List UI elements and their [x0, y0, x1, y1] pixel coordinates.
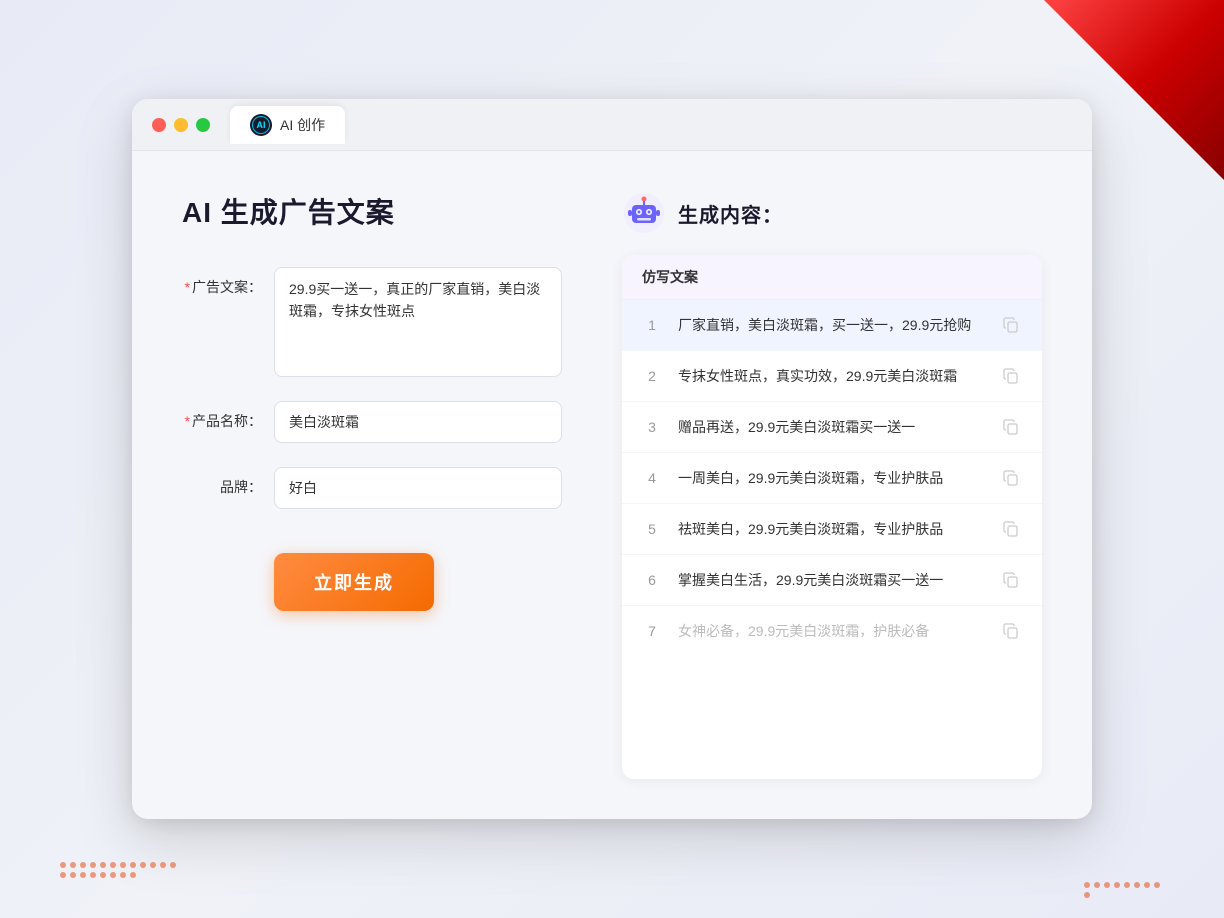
row-number: 4 [642, 470, 662, 486]
copy-button[interactable] [1000, 467, 1022, 489]
traffic-lights [152, 118, 210, 132]
result-table: 仿写文案 1 厂家直销，美白淡斑霜，买一送一，29.9元抢购 2 专抹女性斑点，真实… [622, 255, 1042, 779]
ad-copy-group: *广告文案： [182, 267, 562, 377]
bg-dots-bottom-left [60, 862, 180, 878]
table-row: 1 厂家直销，美白淡斑霜，买一送一，29.9元抢购 [622, 300, 1042, 351]
required-mark: * [185, 279, 190, 295]
tab-label: AI 创作 [280, 115, 325, 135]
table-row: 6 掌握美白生活，29.9元美白淡斑霜买一送一 [622, 555, 1042, 606]
brand-input[interactable] [274, 467, 562, 509]
row-text: 赠品再送，29.9元美白淡斑霜买一送一 [678, 417, 984, 438]
copy-button[interactable] [1000, 314, 1022, 336]
minimize-button[interactable] [174, 118, 188, 132]
ai-logo-icon: AI [250, 114, 272, 136]
row-number: 6 [642, 572, 662, 588]
product-name-group: *产品名称： [182, 401, 562, 443]
browser-window: AI AI 创作 AI 生成广告文案 *广告文案： *产品名称： [132, 99, 1092, 819]
row-number: 7 [642, 623, 662, 639]
robot-icon [622, 191, 666, 235]
row-number: 2 [642, 368, 662, 384]
copy-button[interactable] [1000, 365, 1022, 387]
product-name-label: *产品名称： [182, 401, 262, 431]
row-text: 专抹女性斑点，真实功效，29.9元美白淡斑霜 [678, 366, 984, 387]
left-panel: AI 生成广告文案 *广告文案： *产品名称： 品牌： 立 [182, 191, 562, 779]
copy-button[interactable] [1000, 416, 1022, 438]
maximize-button[interactable] [196, 118, 210, 132]
row-text: 一周美白，29.9元美白淡斑霜，专业护肤品 [678, 468, 984, 489]
ad-copy-input[interactable] [274, 267, 562, 377]
row-number: 3 [642, 419, 662, 435]
right-panel: 生成内容： 仿写文案 1 厂家直销，美白淡斑霜，买一送一，29.9元抢购 2 专抹女… [622, 191, 1042, 779]
result-header: 生成内容： [622, 191, 1042, 235]
row-text: 祛斑美白，29.9元美白淡斑霜，专业护肤品 [678, 519, 984, 540]
row-text: 掌握美白生活，29.9元美白淡斑霜买一送一 [678, 570, 984, 591]
row-number: 1 [642, 317, 662, 333]
product-name-input[interactable] [274, 401, 562, 443]
ad-copy-label: *广告文案： [182, 267, 262, 297]
brand-label: 品牌： [182, 467, 262, 497]
result-title: 生成内容： [678, 199, 783, 228]
content-area: AI 生成广告文案 *广告文案： *产品名称： 品牌： 立 [132, 151, 1092, 819]
table-header: 仿写文案 [622, 255, 1042, 300]
title-bar: AI AI 创作 [132, 99, 1092, 151]
table-row: 7 女神必备，29.9元美白淡斑霜，护肤必备 [622, 606, 1042, 656]
copy-button[interactable] [1000, 569, 1022, 591]
row-text: 厂家直销，美白淡斑霜，买一送一，29.9元抢购 [678, 315, 984, 336]
page-title: AI 生成广告文案 [182, 191, 562, 231]
copy-button[interactable] [1000, 518, 1022, 540]
required-mark-2: * [185, 413, 190, 429]
brand-group: 品牌： [182, 467, 562, 509]
ai-tab[interactable]: AI AI 创作 [230, 106, 345, 144]
copy-button[interactable] [1000, 620, 1022, 642]
bg-dots-bottom-right [1084, 882, 1164, 898]
close-button[interactable] [152, 118, 166, 132]
table-row: 3 赠品再送，29.9元美白淡斑霜买一送一 [622, 402, 1042, 453]
table-row: 5 祛斑美白，29.9元美白淡斑霜，专业护肤品 [622, 504, 1042, 555]
table-row: 4 一周美白，29.9元美白淡斑霜，专业护肤品 [622, 453, 1042, 504]
generate-button[interactable]: 立即生成 [274, 553, 434, 611]
row-number: 5 [642, 521, 662, 537]
row-text: 女神必备，29.9元美白淡斑霜，护肤必备 [678, 621, 984, 642]
table-body: 1 厂家直销，美白淡斑霜，买一送一，29.9元抢购 2 专抹女性斑点，真实功效，29… [622, 300, 1042, 656]
table-row: 2 专抹女性斑点，真实功效，29.9元美白淡斑霜 [622, 351, 1042, 402]
